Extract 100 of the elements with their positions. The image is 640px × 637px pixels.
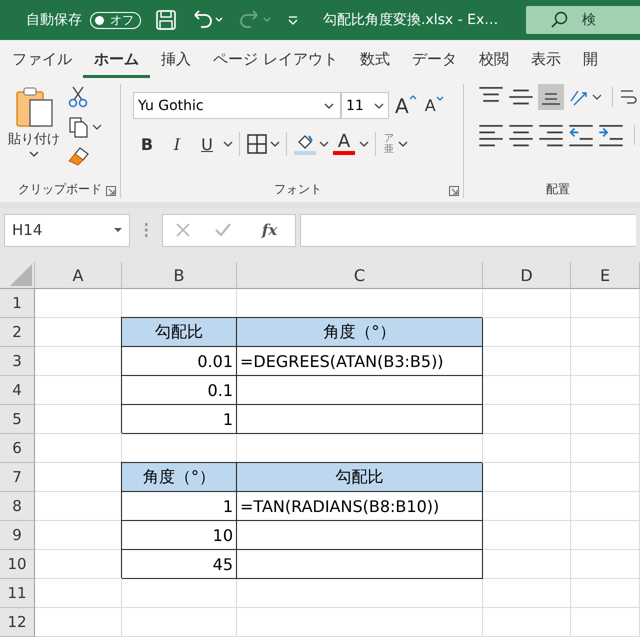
column-header[interactable]: C [237, 262, 483, 289]
dropdown-caret-icon [374, 102, 384, 110]
dialog-launcher-icon[interactable] [449, 186, 459, 196]
wrap-text-icon[interactable] [612, 87, 637, 107]
row-header[interactable]: 12 [0, 608, 35, 637]
customize-icon[interactable] [287, 14, 299, 26]
paste-button[interactable]: 貼り付け [0, 84, 68, 179]
row-header[interactable]: 11 [0, 579, 35, 608]
decrease-indent-icon[interactable] [568, 122, 594, 148]
table-cell [571, 492, 640, 521]
dropdown-caret-icon [324, 102, 334, 110]
table-cell: =TAN(RADIANS(B8:B10)) [237, 492, 483, 521]
ribbon-tab[interactable]: 開 [572, 43, 609, 78]
table-cell [571, 608, 640, 637]
caret-icon[interactable] [398, 140, 408, 148]
grow-font-button[interactable]: A [393, 94, 419, 118]
save-icon[interactable] [155, 9, 177, 31]
align-center-icon[interactable] [508, 122, 534, 148]
table-cell: 1 [122, 492, 237, 521]
brush-icon[interactable] [68, 146, 90, 166]
table-cell: 0.01 [122, 347, 237, 376]
table-cell [571, 550, 640, 579]
clipboard-icon [14, 86, 54, 128]
autosave-label: 自動保存 [26, 11, 82, 29]
table-cell: 0.1 [122, 376, 237, 405]
align-left-icon[interactable] [478, 122, 504, 148]
copy-icon[interactable] [68, 116, 102, 138]
table-cell [571, 434, 640, 463]
ribbon-tab[interactable]: 表示 [520, 43, 572, 78]
italic-button[interactable]: I [163, 131, 191, 157]
search-field[interactable]: 検 [526, 6, 640, 34]
row-header[interactable]: 2 [0, 318, 35, 347]
ribbon-tab[interactable]: 挿入 [150, 43, 202, 78]
group-label: クリップボード [18, 182, 102, 196]
font-color-button[interactable]: A [331, 133, 357, 155]
caret-up-icon [408, 94, 417, 100]
font-name-field[interactable]: Yu Gothic [133, 92, 341, 119]
dropdown-caret-icon [113, 227, 123, 233]
table-cell: 1 [122, 405, 237, 434]
table-cell [571, 376, 640, 405]
row-header[interactable]: 8 [0, 492, 35, 521]
row-header[interactable]: 6 [0, 434, 35, 463]
group-label: フォント [274, 182, 322, 196]
name-box[interactable]: H14 [4, 214, 130, 246]
table-cell [571, 463, 640, 492]
table-cell: =DEGREES(ATAN(B3:B5)) [237, 347, 483, 376]
bottom-align-button[interactable] [538, 84, 564, 110]
file-title: 勾配比角度変換.xlsx - Ex… [323, 11, 498, 29]
ribbon-tab[interactable]: データ [400, 43, 468, 78]
table-cell [571, 318, 640, 347]
caret-icon [29, 150, 39, 158]
grip-icon [144, 223, 148, 237]
caret-down-icon [436, 96, 444, 102]
ribbon-tab[interactable]: ファイル [12, 43, 83, 78]
caret-icon[interactable] [359, 140, 369, 148]
row-header[interactable]: 1 [0, 289, 35, 318]
scissors-icon[interactable] [68, 86, 88, 108]
table-cell [571, 289, 640, 318]
table-cell [571, 579, 640, 608]
ribbon-tab[interactable]: 数式 [348, 43, 401, 78]
check-icon[interactable] [214, 222, 232, 238]
column-header[interactable]: A [35, 262, 122, 289]
table-cell [571, 405, 640, 434]
autosave-toggle[interactable]: オフ [90, 12, 141, 28]
table-cell: 角度（°） [122, 463, 237, 492]
search-placeholder: 検 [582, 11, 596, 29]
table-cell: 45 [122, 550, 237, 579]
table-cell: 角度（°） [237, 318, 483, 347]
row-header[interactable]: 9 [0, 521, 35, 550]
caret-icon[interactable] [319, 140, 329, 148]
group-label: 配置 [546, 182, 570, 196]
search-icon [550, 11, 568, 29]
phonetic-button[interactable]: ア 亜 [382, 133, 396, 155]
row-header[interactable]: 4 [0, 376, 35, 405]
ribbon-tab[interactable]: ページ レイアウト [202, 43, 349, 78]
dialog-launcher-icon[interactable] [106, 186, 116, 196]
underline-button[interactable]: U [193, 131, 221, 157]
column-header[interactable]: B [122, 262, 237, 289]
bold-button[interactable]: B [133, 131, 161, 157]
column-header[interactable]: E [571, 262, 640, 289]
borders-icon[interactable] [246, 133, 268, 155]
table-cell: 勾配比 [237, 463, 483, 492]
table-cell: 勾配比 [122, 318, 237, 347]
row-header[interactable]: 5 [0, 405, 35, 434]
table-cell [571, 347, 640, 376]
formula-input[interactable] [300, 214, 636, 246]
column-header[interactable]: D [483, 262, 571, 289]
align-right-icon[interactable] [538, 122, 564, 148]
shrink-font-button[interactable]: A [422, 96, 446, 115]
ribbon-tab[interactable]: 校閲 [468, 43, 520, 78]
font-size-field[interactable]: 11 [341, 92, 389, 119]
increase-indent-icon[interactable] [598, 122, 624, 148]
row-header[interactable]: 10 [0, 550, 35, 579]
row-header[interactable]: 3 [0, 347, 35, 376]
table-cell [571, 521, 640, 550]
row-header[interactable]: 7 [0, 463, 35, 492]
caret-icon[interactable] [270, 140, 280, 148]
caret-icon[interactable] [223, 140, 233, 148]
insert-function-button[interactable]: fx [256, 220, 284, 240]
table-cell: 10 [122, 521, 237, 550]
